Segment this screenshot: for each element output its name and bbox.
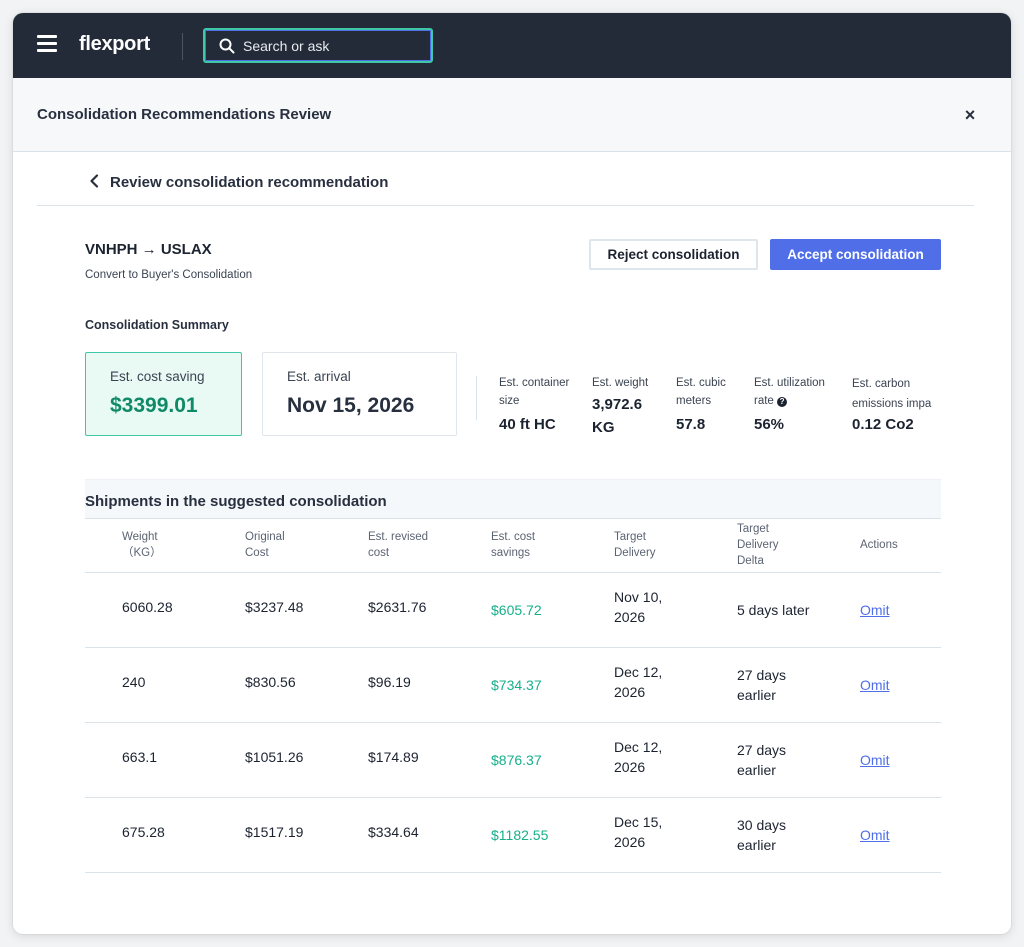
stat-utilization-rate: Est. utilization rate ? 56% (754, 374, 842, 444)
app-window: flexport Consolidation Recommendations R… (13, 13, 1011, 934)
stat-weight: Est. weight 3,972.6 KG (592, 374, 664, 444)
cost-saving-card: Est. cost saving $3399.01 (85, 352, 242, 436)
stat-label: Est. carbon emissions impa (852, 378, 932, 410)
stat-value: 0.12 Co2 (852, 416, 914, 433)
topbar-divider (182, 33, 183, 60)
stats-divider (476, 376, 477, 420)
cell-original-cost: $1051.26 (245, 749, 304, 765)
summary-heading: Consolidation Summary (85, 318, 229, 332)
reject-consolidation-button[interactable]: Reject consolidation (589, 239, 758, 270)
cell-delivery-delta: 5 days later (737, 602, 810, 618)
stat-cubic-meters: Est. cubic meters 57.8 (676, 374, 740, 444)
cell-cost-savings: $1182.55 (491, 827, 549, 843)
cost-saving-value: $3399.01 (110, 394, 198, 417)
cell-weight: 6060.28 (122, 599, 173, 615)
info-icon[interactable]: ? (777, 397, 788, 407)
omit-link[interactable]: Omit (860, 750, 890, 770)
stat-label: Est. cubic meters (676, 377, 726, 407)
cell-delivery-delta: 27 days earlier (737, 667, 787, 703)
omit-link[interactable]: Omit (860, 825, 890, 845)
stat-value: 57.8 (676, 416, 706, 433)
back-navigation: Review consolidation recommendation (37, 152, 974, 206)
route-title: VNHPH → USLAX (85, 241, 212, 258)
cell-original-cost: $3237.48 (245, 599, 304, 615)
cell-original-cost: $1517.19 (245, 824, 304, 840)
table-header: Weight （KG） Original Cost Est. revised c… (85, 519, 941, 573)
accept-consolidation-button[interactable]: Accept consolidation (770, 239, 941, 270)
arrival-value: Nov 15, 2026 (287, 394, 415, 417)
stat-carbon-emissions: Est. carbon emissions impa 0.12 Co2 (852, 374, 941, 444)
hamburger-menu-icon[interactable] (37, 35, 59, 53)
th-target-delivery: Target Delivery (614, 531, 656, 559)
arrival-card: Est. arrival Nov 15, 2026 (262, 352, 457, 436)
th-cost-savings: Est. cost savings (491, 531, 536, 559)
omit-link[interactable]: Omit (860, 675, 890, 695)
stat-value: 40 ft HC (499, 416, 556, 433)
table-row: 6060.28 $3237.48 $2631.76 $605.72 Nov 10… (85, 573, 941, 648)
th-revised-cost: Est. revised cost (368, 531, 429, 559)
modal-header: Consolidation Recommendations Review × (13, 78, 1011, 152)
modal-title: Consolidation Recommendations Review (37, 106, 332, 123)
cost-saving-label: Est. cost saving (110, 369, 205, 384)
cell-revised-cost: $96.19 (368, 674, 411, 690)
cell-weight: 663.1 (122, 749, 158, 765)
cell-weight: 240 (122, 674, 146, 690)
cell-original-cost: $830.56 (245, 674, 296, 690)
close-icon[interactable]: × (959, 104, 981, 126)
top-nav-bar: flexport (13, 13, 1011, 78)
cell-cost-savings: $734.37 (491, 677, 542, 693)
stat-label-text: Est. utilization rate (754, 377, 825, 407)
omit-link[interactable]: Omit (860, 600, 890, 620)
table-row: 240 $830.56 $96.19 $734.37 Dec 12, 2026 … (85, 648, 941, 723)
cell-target-delivery: Dec 12, 2026 (614, 664, 663, 700)
stat-label: Est. container size (499, 377, 570, 407)
cell-revised-cost: $174.89 (368, 749, 419, 765)
arrival-label: Est. arrival (287, 369, 351, 384)
table-row: 675.28 $1517.19 $334.64 $1182.55 Dec 15,… (85, 798, 941, 873)
cell-delivery-delta: 30 days earlier (737, 817, 787, 853)
stat-label: Est. utilization rate ? (754, 374, 842, 410)
stat-value: 56% (754, 416, 785, 433)
cell-revised-cost: $334.64 (368, 824, 419, 840)
chevron-left-icon[interactable] (89, 174, 99, 188)
back-link[interactable]: Review consolidation recommendation (110, 174, 388, 191)
cell-target-delivery: Nov 10, 2026 (614, 589, 663, 625)
search-box[interactable] (203, 28, 433, 63)
stat-label: Est. weight (592, 377, 649, 389)
table-row: 663.1 $1051.26 $174.89 $876.37 Dec 12, 2… (85, 723, 941, 798)
cell-target-delivery: Dec 15, 2026 (614, 814, 663, 850)
th-original-cost: Original Cost (245, 531, 285, 559)
th-weight: Weight （KG） (122, 531, 162, 559)
route-subtitle: Convert to Buyer's Consolidation (85, 269, 253, 281)
cell-target-delivery: Dec 12, 2026 (614, 739, 663, 775)
cell-weight: 675.28 (122, 824, 165, 840)
shipments-table-title: Shipments in the suggested consolidation (85, 493, 387, 510)
cell-revised-cost: $2631.76 (368, 599, 427, 615)
search-icon (219, 38, 235, 54)
cell-delivery-delta: 27 days earlier (737, 742, 787, 778)
search-input[interactable] (243, 36, 423, 56)
cell-cost-savings: $605.72 (491, 602, 542, 618)
shipments-table-title-bar: Shipments in the suggested consolidation (85, 479, 941, 519)
th-actions: Actions (860, 539, 898, 551)
flexport-logo[interactable]: flexport (79, 33, 150, 56)
th-delivery-delta: Target Delivery Delta (737, 523, 779, 567)
stat-value: 3,972.6 KG (592, 396, 643, 436)
stat-container-size: Est. container size 40 ft HC (499, 374, 581, 444)
cell-cost-savings: $876.37 (491, 752, 542, 768)
